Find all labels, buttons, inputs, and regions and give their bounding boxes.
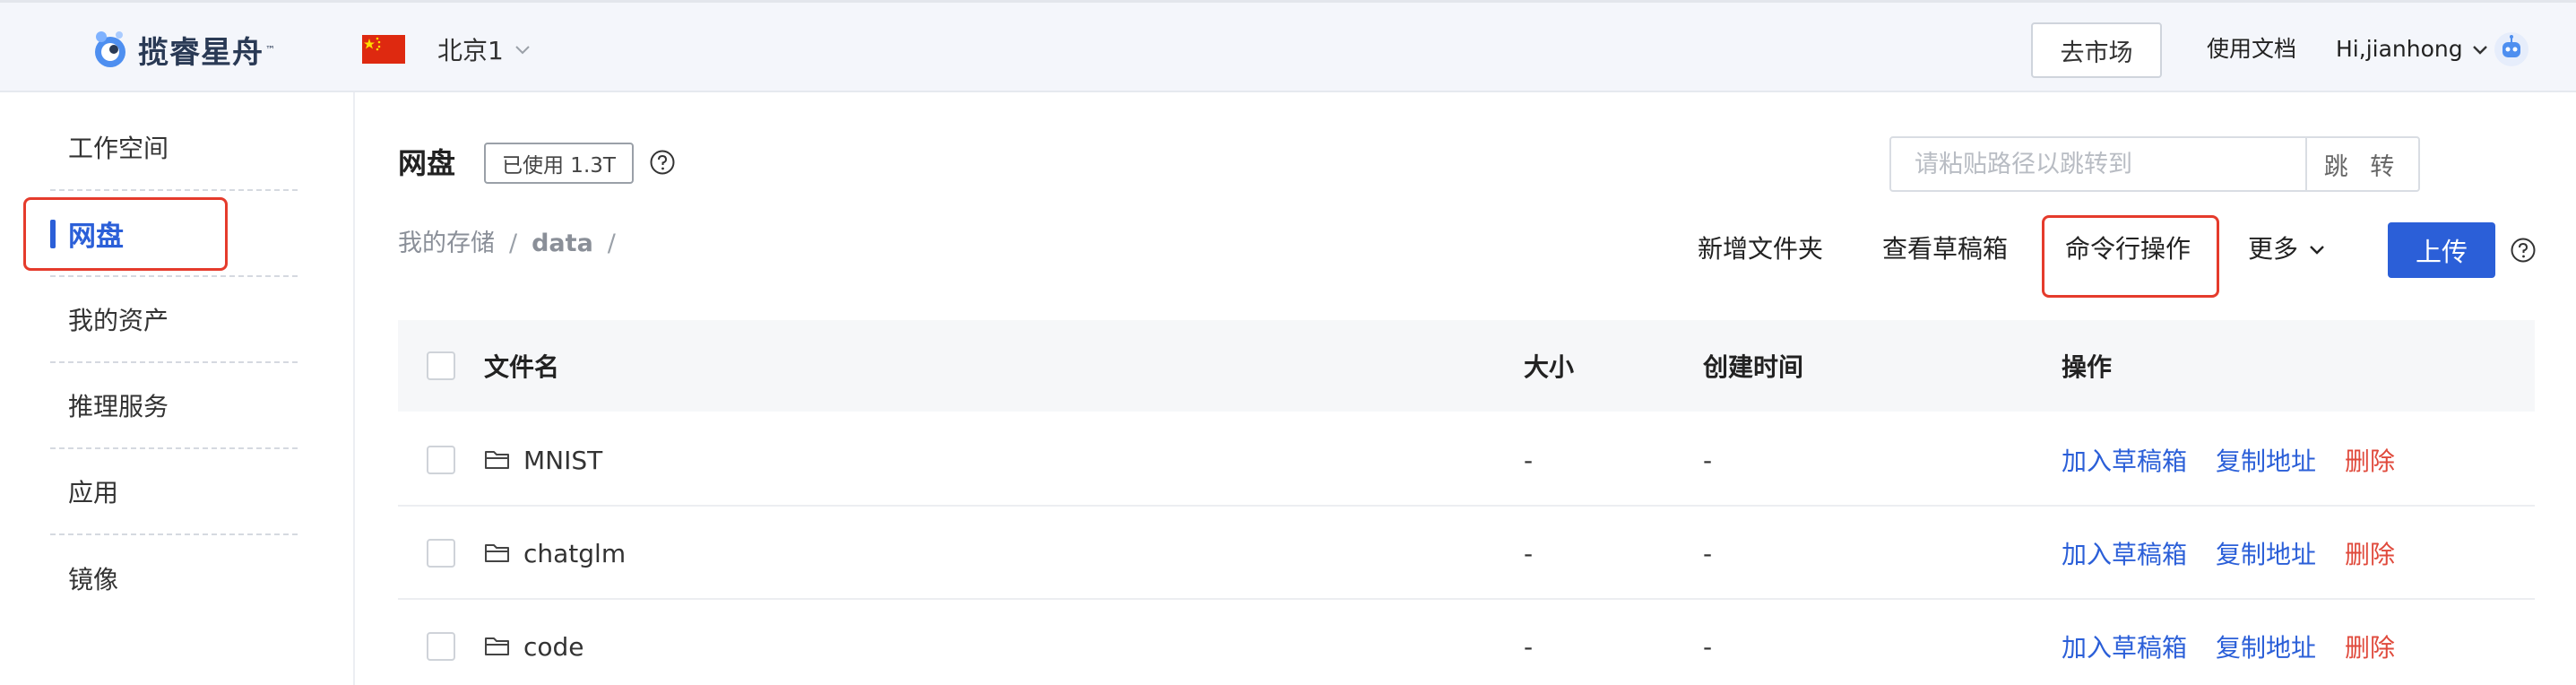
breadcrumb: 我的存储 / data / — [398, 228, 630, 260]
table-row: MNIST - - 加入草稿箱 复制地址 删除 — [398, 413, 2535, 507]
folder-icon — [485, 451, 509, 469]
sidebar-item-apps[interactable]: 应用 — [50, 449, 298, 535]
chevron-down-icon — [2472, 46, 2487, 55]
logo-mark-icon — [95, 31, 125, 67]
file-name[interactable]: MNIST — [484, 413, 602, 507]
chevron-down-icon — [515, 46, 530, 55]
page-title: 网盘 — [398, 146, 456, 180]
file-created: - — [1703, 538, 1713, 568]
docs-link[interactable]: 使用文档 — [2207, 33, 2296, 65]
folder-icon — [485, 637, 509, 655]
region-selector[interactable]: 北京1 — [362, 33, 532, 65]
select-all-checkbox[interactable] — [427, 351, 455, 380]
delete-link[interactable]: 删除 — [2345, 507, 2395, 600]
folder-icon — [485, 544, 509, 562]
top-header: 揽睿星舟 ™ 北京1 去市场 使用文档 Hi,jianhong — [0, 0, 2576, 92]
breadcrumb-separator: / — [607, 230, 616, 257]
column-header-actions: 操作 — [2062, 352, 2113, 382]
table-row: code - - 加入草稿箱 复制地址 删除 — [398, 600, 2535, 685]
storage-usage-badge: 已使用 1.3T — [484, 143, 634, 184]
file-created: - — [1703, 445, 1713, 475]
file-size: - — [1524, 538, 1534, 568]
column-header-name: 文件名 — [484, 352, 560, 382]
go-to-market-button[interactable]: 去市场 — [2031, 22, 2162, 78]
add-to-drafts-link[interactable]: 加入草稿箱 — [2062, 413, 2187, 507]
delete-link[interactable]: 删除 — [2345, 413, 2395, 507]
user-greeting: Hi,jianhong — [2336, 36, 2463, 62]
region-name: 北京1 — [437, 36, 504, 65]
view-drafts-button[interactable]: 查看草稿箱 — [1882, 233, 2008, 265]
sidebar-item-workspace[interactable]: 工作空间 — [50, 105, 298, 191]
breadcrumb-separator: / — [509, 230, 518, 257]
china-flag-icon — [362, 35, 405, 64]
help-icon[interactable] — [2510, 237, 2537, 264]
more-label: 更多 — [2248, 234, 2299, 264]
file-created: - — [1703, 631, 1713, 662]
row-checkbox[interactable] — [427, 632, 455, 661]
sidebar-item-inference-service[interactable]: 推理服务 — [50, 363, 298, 449]
file-name[interactable]: chatglm — [484, 507, 626, 600]
logo-trademark: ™ — [265, 43, 275, 56]
upload-button[interactable]: 上传 — [2388, 222, 2495, 278]
file-name-text: code — [523, 631, 584, 662]
path-input[interactable] — [1891, 138, 2305, 190]
row-checkbox[interactable] — [427, 539, 455, 568]
more-dropdown[interactable]: 更多 — [2248, 233, 2327, 265]
file-size: - — [1524, 445, 1534, 475]
file-name-text: chatglm — [523, 538, 627, 568]
add-to-drafts-link[interactable]: 加入草稿箱 — [2062, 600, 2187, 685]
file-name[interactable]: code — [484, 600, 584, 685]
chevron-down-icon — [2310, 246, 2324, 255]
sidebar-item-images[interactable]: 镜像 — [50, 535, 298, 621]
copy-address-link[interactable]: 复制地址 — [2216, 507, 2316, 600]
column-header-size: 大小 — [1524, 352, 1575, 382]
highlight-box-cli — [2042, 215, 2219, 298]
copy-address-link[interactable]: 复制地址 — [2216, 600, 2316, 685]
copy-address-link[interactable]: 复制地址 — [2216, 413, 2316, 507]
delete-link[interactable]: 删除 — [2345, 600, 2395, 685]
add-to-drafts-link[interactable]: 加入草稿箱 — [2062, 507, 2187, 600]
user-menu[interactable]: Hi,jianhong — [2336, 33, 2490, 65]
table-header: 文件名 大小 创建时间 操作 — [398, 320, 2535, 412]
file-name-text: MNIST — [523, 445, 603, 475]
path-jump-field: 跳 转 — [1889, 136, 2420, 192]
sidebar: 工作空间 网盘 我的资产 推理服务 应用 镜像 — [0, 92, 355, 685]
column-header-created: 创建时间 — [1703, 352, 1804, 382]
assistant-robot-icon[interactable] — [2494, 31, 2529, 67]
new-folder-button[interactable]: 新增文件夹 — [1698, 233, 1823, 265]
breadcrumb-current[interactable]: data — [532, 228, 593, 260]
table-row: chatglm - - 加入草稿箱 复制地址 删除 — [398, 507, 2535, 600]
sidebar-item-my-assets[interactable]: 我的资产 — [50, 277, 298, 363]
breadcrumb-root[interactable]: 我的存储 — [398, 228, 495, 260]
logo-text: 揽睿星舟 — [138, 34, 264, 71]
row-checkbox[interactable] — [427, 446, 455, 474]
file-size: - — [1524, 631, 1534, 662]
app-logo[interactable]: 揽睿星舟 ™ — [90, 24, 275, 74]
jump-button[interactable]: 跳 转 — [2305, 138, 2418, 190]
help-icon[interactable] — [649, 149, 676, 176]
highlight-box-netdisk — [23, 197, 228, 271]
